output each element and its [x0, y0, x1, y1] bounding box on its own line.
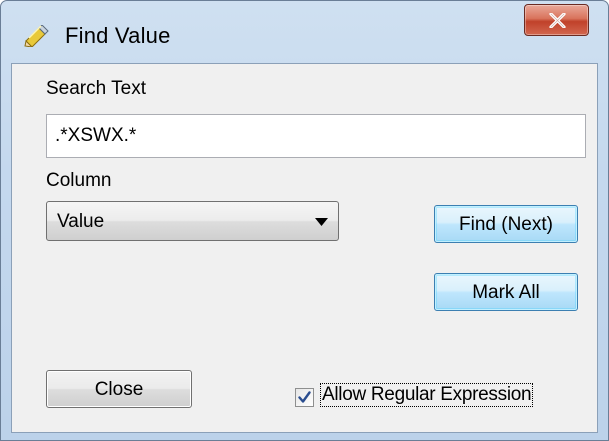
column-label: Column: [46, 170, 112, 191]
column-select[interactable]: Value: [46, 201, 339, 241]
title-bar[interactable]: Find Value: [1, 1, 608, 63]
window-title: Find Value: [65, 23, 171, 48]
find-next-button[interactable]: Find (Next): [434, 205, 578, 243]
chevron-down-icon: [315, 218, 328, 226]
search-text-label: Search Text: [46, 78, 146, 99]
dialog-content: Search Text Column Value Find (Next) Mar…: [11, 63, 598, 433]
allow-regex-checkbox[interactable]: [295, 388, 314, 407]
close-x-icon: [549, 13, 566, 28]
checkmark-icon: [298, 391, 311, 403]
column-select-value: Value: [57, 211, 105, 232]
find-next-label: Find (Next): [459, 214, 553, 235]
close-label: Close: [94, 379, 144, 400]
pencil-eraser-icon: [24, 25, 49, 47]
close-window-button[interactable]: [524, 4, 589, 36]
mark-all-button[interactable]: Mark All: [434, 273, 578, 311]
close-button[interactable]: Close: [46, 370, 192, 408]
allow-regex-label[interactable]: Allow Regular Expression: [320, 383, 534, 407]
search-text-input[interactable]: [46, 114, 586, 158]
mark-all-label: Mark All: [472, 282, 540, 303]
find-value-dialog: Find Value Search Text Column Value Find…: [0, 0, 609, 441]
